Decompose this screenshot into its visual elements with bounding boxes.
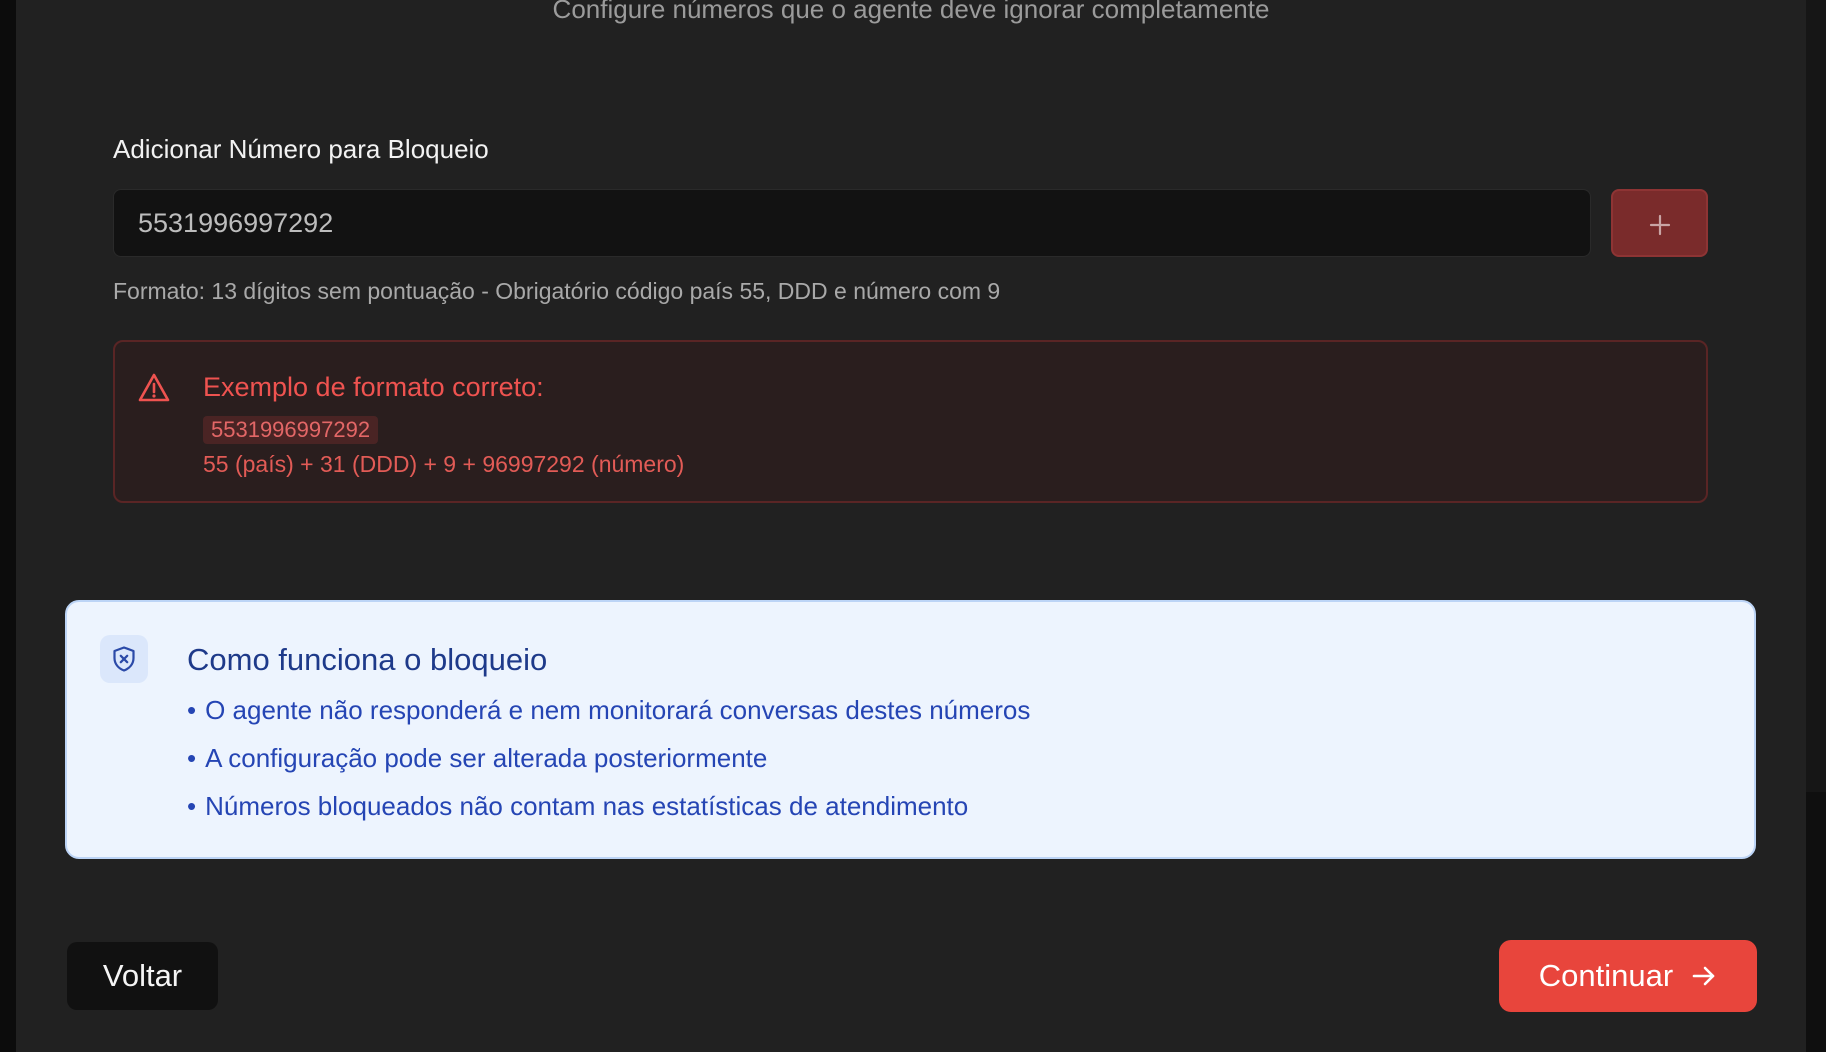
setup-panel: Configure números que o agente deve igno… [16,0,1806,1052]
back-button[interactable]: Voltar [67,942,218,1010]
page-edge [1806,0,1826,1052]
list-item: A configuração pode ser alterada posteri… [187,741,1030,775]
continue-button-label: Continuar [1538,958,1674,993]
shield-x-icon [100,635,148,683]
page-edge-lower [1806,792,1826,1052]
continue-button[interactable]: Continuar [1499,940,1757,1012]
format-example-alert: Exemplo de formato correto: 553199699729… [113,340,1708,503]
format-example-title: Exemplo de formato correto: [203,372,544,402]
page-subtitle: Configure números que o agente deve igno… [552,0,1270,24]
list-item: O agente não responderá e nem monitorará… [187,693,1030,727]
warning-triangle-icon [138,372,170,404]
phone-number-input[interactable] [113,189,1591,257]
block-number-label: Adicionar Número para Bloqueio [113,134,489,164]
list-item: Números bloqueados não contam nas estatí… [187,789,1030,823]
format-hint: Formato: 13 dígitos sem pontuação - Obri… [113,278,1001,304]
blocking-info-card: Como funciona o bloqueio O agente não re… [65,600,1756,859]
arrow-right-icon [1691,963,1717,989]
format-example-explanation: 55 (país) + 31 (DDD) + 9 + 96997292 (núm… [203,451,685,477]
blocking-info-list: O agente não responderá e nem monitorará… [187,693,1030,837]
plus-icon [1648,201,1672,245]
add-number-button[interactable] [1611,189,1708,257]
format-example-code: 5531996997292 [203,416,379,444]
blocking-info-title: Como funciona o bloqueio [187,642,548,677]
